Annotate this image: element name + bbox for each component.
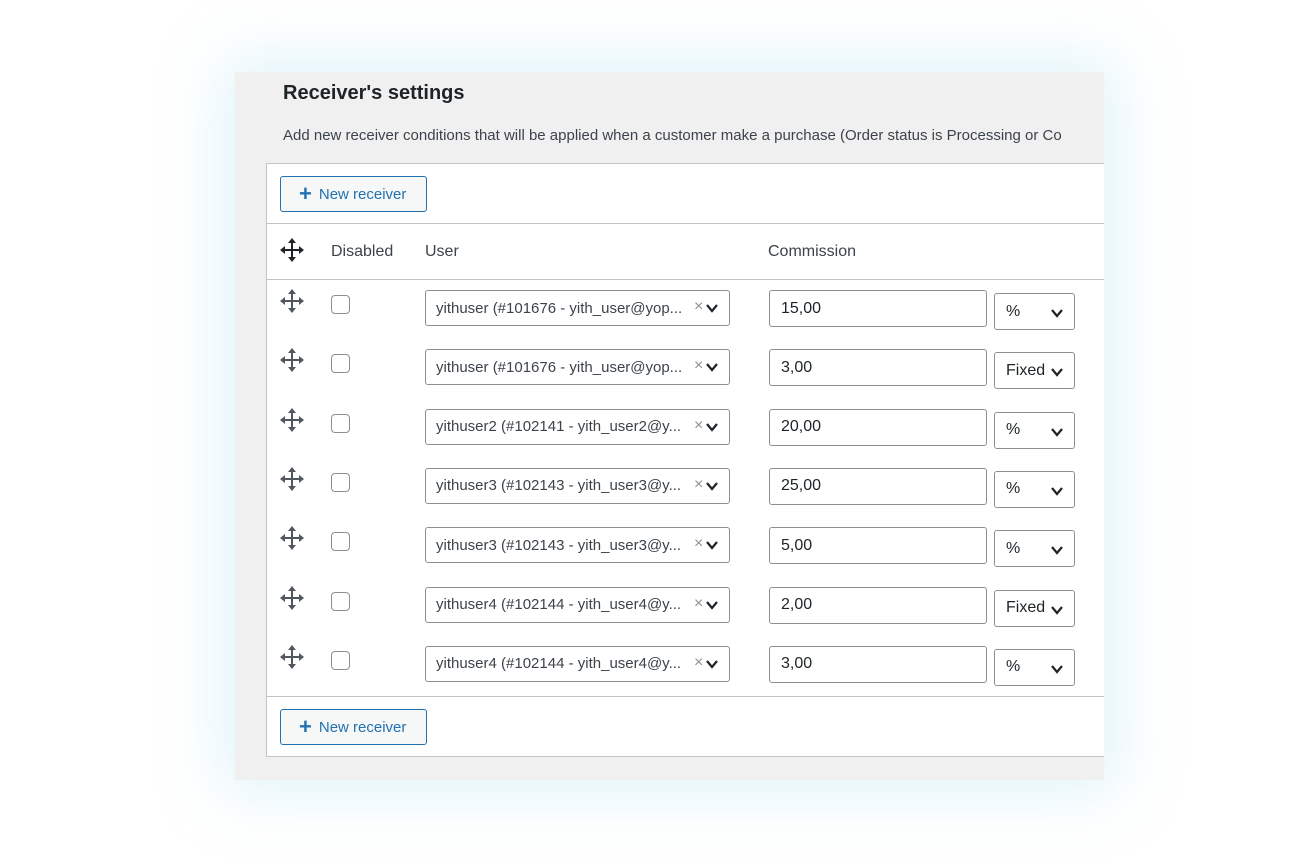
chevron-down-icon — [1050, 603, 1064, 622]
user-select[interactable]: yithuser4 (#102144 - yith_user4@y... × — [425, 586, 730, 623]
disabled-checkbox[interactable] — [331, 532, 350, 552]
commission-type-value: Fixed — [1006, 599, 1046, 616]
commission-type-value: % — [1006, 421, 1021, 439]
move-icon[interactable] — [280, 348, 304, 373]
disabled-checkbox[interactable] — [331, 591, 350, 611]
receiver-row: yithuser4 (#102144 - yith_user4@y... × 3,0… — [267, 639, 1104, 698]
disabled-checkbox[interactable] — [331, 295, 350, 314]
commission-type-value: Fixed — [1006, 361, 1046, 379]
new-receiver-button-bottom[interactable]: + New receiver — [280, 709, 427, 745]
divider — [267, 279, 1104, 280]
commission-input[interactable]: 25,00 — [769, 467, 987, 505]
move-icon — [280, 238, 304, 262]
move-icon[interactable] — [280, 466, 304, 491]
user-select[interactable]: yithuser (#101676 - yith_user@yop... × — [425, 349, 730, 386]
move-icon[interactable] — [280, 585, 304, 610]
clear-icon[interactable]: × — [694, 595, 703, 613]
disabled-checkbox[interactable] — [331, 354, 350, 374]
disabled-checkbox[interactable] — [331, 472, 350, 492]
clear-icon[interactable]: × — [694, 417, 703, 435]
receiver-row: yithuser2 (#102141 - yith_user2@y... × 20,… — [267, 402, 1104, 461]
new-receiver-label: New receiver — [318, 718, 407, 736]
receiver-row: yithuser4 (#102144 - yith_user4@y... × 2,0… — [267, 580, 1104, 639]
clear-icon[interactable]: × — [694, 357, 703, 375]
commission-type-value: % — [1006, 480, 1021, 498]
chevron-down-icon — [1050, 484, 1064, 503]
user-select-value: yithuser3 (#102143 - yith_user3@y... — [436, 536, 682, 554]
receivers-settings-panel: Receiver's settings Add new receiver con… — [235, 72, 1104, 780]
commission-type-select[interactable]: Fixed — [994, 352, 1075, 390]
clear-icon[interactable]: × — [694, 298, 703, 316]
commission-input[interactable]: 5,00 — [769, 527, 987, 565]
user-select[interactable]: yithuser (#101676 - yith_user@yop... × — [425, 290, 730, 326]
user-select-value: yithuser (#101676 - yith_user@yop... — [436, 299, 683, 317]
commission-input[interactable]: 3,00 — [769, 645, 987, 683]
user-select[interactable]: yithuser4 (#102144 - yith_user4@y... × — [425, 645, 730, 682]
clear-icon[interactable]: × — [694, 654, 703, 672]
chevron-down-icon — [705, 598, 719, 616]
commission-type-select[interactable]: % — [994, 648, 1075, 686]
user-select-value: yithuser4 (#102144 - yith_user4@y... — [436, 655, 682, 673]
receivers-table-box: + New receiver Disabled User Commission … — [266, 163, 1104, 757]
receiver-row: yithuser (#101676 - yith_user@yop... × 15,… — [267, 283, 1104, 342]
user-select-value: yithuser3 (#102143 - yith_user3@y... — [436, 477, 682, 495]
user-select[interactable]: yithuser2 (#102141 - yith_user2@y... × — [425, 408, 730, 445]
commission-input[interactable]: 3,00 — [769, 349, 987, 387]
chevron-down-icon — [705, 538, 719, 556]
chevron-down-icon — [1050, 306, 1064, 325]
commission-input[interactable]: 15,00 — [769, 290, 987, 327]
header-disabled: Disabled — [331, 243, 394, 260]
move-icon[interactable] — [280, 644, 304, 669]
commission-type-select[interactable]: % — [994, 293, 1075, 330]
header-user: User — [425, 243, 459, 260]
chevron-down-icon — [705, 420, 719, 438]
commission-input[interactable]: 2,00 — [769, 586, 987, 624]
new-receiver-label: New receiver — [318, 185, 407, 203]
move-icon[interactable] — [280, 289, 304, 313]
clear-icon[interactable]: × — [694, 476, 703, 494]
commission-type-select[interactable]: % — [994, 411, 1075, 449]
commission-type-select[interactable]: % — [994, 470, 1075, 508]
commission-type-value: % — [1006, 539, 1021, 557]
commission-type-value: % — [1006, 658, 1021, 676]
user-select-value: yithuser (#101676 - yith_user@yop... — [436, 358, 683, 376]
divider — [267, 696, 1104, 697]
divider — [267, 223, 1104, 224]
new-receiver-button-top[interactable]: + New receiver — [280, 176, 427, 212]
chevron-down-icon — [1050, 662, 1064, 681]
plus-icon: + — [299, 714, 312, 739]
chevron-down-icon — [1050, 425, 1064, 444]
chevron-down-icon — [705, 301, 719, 319]
user-select-value: yithuser4 (#102144 - yith_user4@y... — [436, 596, 682, 613]
chevron-down-icon — [705, 360, 719, 378]
move-icon[interactable] — [280, 526, 304, 551]
chevron-down-icon — [705, 657, 719, 675]
settings-description: Add new receiver conditions that will be… — [283, 127, 1062, 144]
move-icon[interactable] — [280, 407, 304, 432]
clear-icon[interactable]: × — [694, 535, 703, 553]
header-commission: Commission — [768, 243, 857, 260]
disabled-checkbox[interactable] — [331, 650, 350, 670]
plus-icon: + — [299, 181, 312, 206]
chevron-down-icon — [1050, 543, 1064, 562]
user-select[interactable]: yithuser3 (#102143 - yith_user3@y... × — [425, 527, 730, 564]
receiver-row: yithuser3 (#102143 - yith_user3@y... × 25,… — [267, 461, 1104, 520]
user-select-value: yithuser2 (#102141 - yith_user2@y... — [436, 418, 682, 436]
page-title: Receiver's settings — [283, 82, 465, 104]
commission-type-value: % — [1006, 302, 1021, 320]
commission-input[interactable]: 20,00 — [769, 408, 987, 446]
chevron-down-icon — [1050, 365, 1064, 384]
user-select[interactable]: yithuser3 (#102143 - yith_user3@y... × — [425, 467, 730, 504]
receiver-row: yithuser3 (#102143 - yith_user3@y... × 5,0… — [267, 520, 1104, 579]
commission-type-select[interactable]: Fixed — [994, 589, 1075, 627]
chevron-down-icon — [705, 479, 719, 497]
commission-type-select[interactable]: % — [994, 530, 1075, 568]
receiver-row: yithuser (#101676 - yith_user@yop... × 3,0… — [267, 342, 1104, 401]
disabled-checkbox[interactable] — [331, 413, 350, 433]
